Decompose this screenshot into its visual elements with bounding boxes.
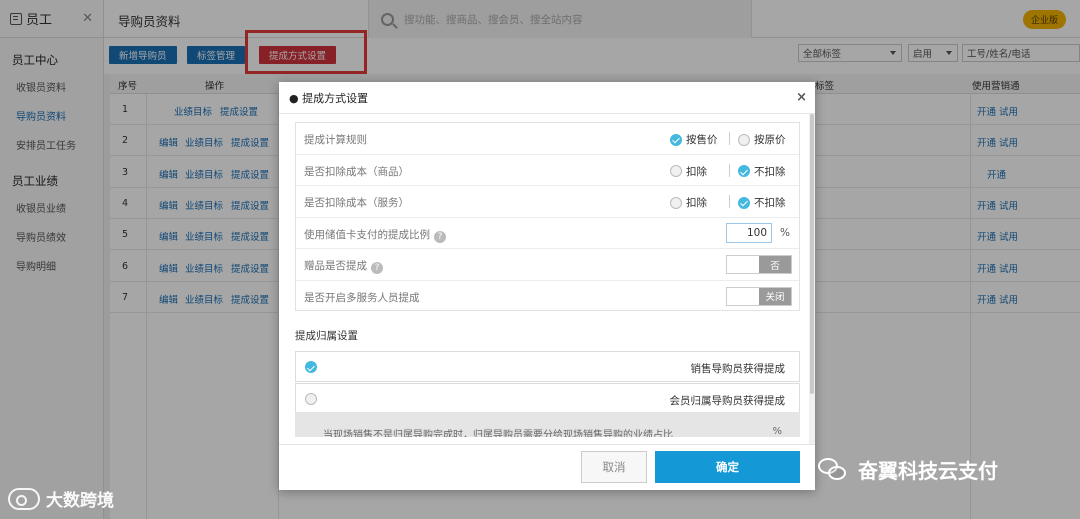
rule-label: 赠品是否提成? <box>304 258 383 274</box>
radio-label: 按原价 <box>754 134 786 146</box>
radio-checked-icon <box>670 133 682 146</box>
gift-toggle[interactable]: 否 <box>726 255 792 274</box>
rule-row-stored-card: 使用储值卡支付的提成比例? 100 % <box>296 218 799 249</box>
rule-label-text: 赠品是否提成 <box>304 260 367 272</box>
rule-label: 是否扣除成本（商品） <box>304 165 409 178</box>
watermark-right: 奋翼科技云支付 <box>818 455 998 484</box>
rule-row-multi-staff: 是否开启多服务人员提成 关闭 <box>296 281 799 313</box>
divider <box>729 132 730 145</box>
rule-label: 是否开启多服务人员提成 <box>304 291 420 304</box>
rule-label: 使用储值卡支付的提成比例? <box>304 227 446 243</box>
note-text: 当现场销售不是归属导购完成时，归属导购员需要分给现场销售导购的业绩占比 <box>323 430 673 437</box>
radio-unchecked-icon <box>738 133 750 146</box>
radio-unchecked-icon <box>305 393 317 405</box>
confirm-button[interactable]: 确定 <box>655 451 800 483</box>
radio-label: 不扣除 <box>754 165 786 178</box>
close-icon[interactable]: × <box>796 90 807 105</box>
option-label: 销售导购员获得提成 <box>690 363 786 375</box>
radio-label: 扣除 <box>686 197 707 209</box>
rule-label: 提成计算规则 <box>304 134 367 146</box>
help-icon[interactable]: ? <box>371 262 383 274</box>
multi-staff-toggle[interactable]: 关闭 <box>726 286 792 306</box>
scrollbar-thumb[interactable] <box>810 114 814 394</box>
rule-row-calc: 提成计算规则 按售价 按原价 <box>296 123 799 155</box>
wechat-icon <box>818 457 848 482</box>
toggle-knob: 关闭 <box>759 287 791 305</box>
radio-unchecked-icon <box>670 165 682 177</box>
modal-title: ● 提成方式设置 <box>279 82 815 114</box>
radio-checked-icon <box>305 361 317 373</box>
rule-label-text: 使用储值卡支付的提成比例 <box>304 228 430 241</box>
note-unit: % <box>772 426 782 437</box>
radio-by-sale-price[interactable]: 按售价 <box>670 132 718 147</box>
attribution-title: 提成归属设置 <box>295 330 358 342</box>
rule-row-gift: 赠品是否提成? 否 <box>296 249 799 281</box>
commission-modal: ● 提成方式设置 × 提成计算规则 按售价 按原价 是否扣除成本（商品） 扣除 … <box>279 82 815 490</box>
radio-deduct[interactable]: 扣除 <box>670 164 707 179</box>
ratio-input[interactable]: 100 <box>726 222 772 243</box>
modal-footer: 取消 确定 <box>279 444 815 490</box>
unit-label: % <box>780 226 790 239</box>
rule-row-deduct-goods: 是否扣除成本（商品） 扣除 不扣除 <box>296 155 799 186</box>
rule-label: 是否扣除成本（服务） <box>304 197 409 209</box>
radio-no-deduct[interactable]: 不扣除 <box>738 164 786 179</box>
radio-checked-icon <box>738 196 750 209</box>
radio-label: 按售价 <box>686 134 718 146</box>
watermark-right-text: 奋翼科技云支付 <box>858 459 998 483</box>
radio-label: 扣除 <box>686 165 707 178</box>
radio-label: 不扣除 <box>754 197 786 209</box>
radio-checked-icon <box>738 165 750 177</box>
attribution-note: 当现场销售不是归属导购完成时，归属导购员需要分给现场销售导购的业绩占比 % <box>295 412 800 437</box>
radio-no-deduct[interactable]: 不扣除 <box>738 195 786 210</box>
divider <box>729 195 730 208</box>
watermark-left: 大数跨境 <box>8 486 114 511</box>
option-label: 会员归属导购员获得提成 <box>669 395 786 407</box>
rule-settings: 提成计算规则 按售价 按原价 是否扣除成本（商品） 扣除 不扣除 是否扣除成本（… <box>295 122 800 311</box>
toggle-knob: 否 <box>759 256 791 273</box>
watermark-left-text: 大数跨境 <box>46 491 114 511</box>
cancel-button[interactable]: 取消 <box>581 451 647 483</box>
option-member-guide[interactable]: 会员归属导购员获得提成 <box>295 383 800 414</box>
divider <box>729 163 730 177</box>
radio-deduct[interactable]: 扣除 <box>670 195 707 210</box>
radio-by-original-price[interactable]: 按原价 <box>738 132 786 147</box>
help-icon[interactable]: ? <box>434 230 446 243</box>
rule-row-deduct-service: 是否扣除成本（服务） 扣除 不扣除 <box>296 186 799 218</box>
option-sales-guide[interactable]: 销售导购员获得提成 <box>295 351 800 382</box>
brand-logo-icon <box>8 487 40 510</box>
radio-unchecked-icon <box>670 196 682 209</box>
